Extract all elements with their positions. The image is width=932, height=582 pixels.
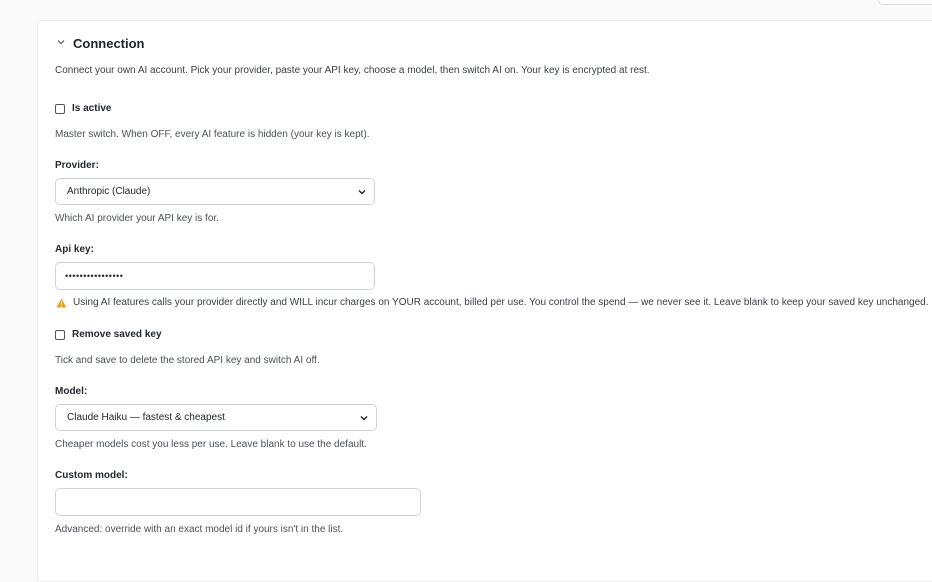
remove-key-label: Remove saved key	[72, 329, 162, 340]
model-label: Model:	[55, 386, 88, 397]
custom-model-label: Custom model:	[55, 470, 128, 481]
provider-select-value: Anthropic (Claude)	[67, 186, 151, 197]
section-title: Connection	[73, 35, 145, 51]
api-key-warning-text: Using AI features calls your provider di…	[73, 297, 929, 308]
is-active-row: Is active	[55, 103, 111, 114]
provider-select[interactable]: Anthropic (Claude)	[55, 178, 375, 205]
is-active-label: Is active	[72, 103, 112, 114]
chevron-down-icon	[358, 189, 366, 194]
top-right-control[interactable]	[878, 0, 932, 5]
api-key-input[interactable]: ••••••••••••••••	[55, 262, 375, 290]
api-key-warning: Using AI features calls your provider di…	[56, 297, 929, 308]
warning-icon	[56, 298, 67, 307]
chevron-down-icon[interactable]	[56, 37, 66, 47]
remove-key-checkbox[interactable]	[55, 330, 65, 340]
chevron-down-icon	[360, 415, 368, 420]
remove-key-help: Tick and save to delete the stored API k…	[55, 355, 320, 366]
provider-label: Provider:	[55, 160, 99, 171]
model-help: Cheaper models cost you less per use. Le…	[55, 439, 367, 450]
provider-help: Which AI provider your API key is for.	[55, 213, 219, 224]
is-active-help: Master switch. When OFF, every AI featur…	[55, 129, 370, 140]
model-select[interactable]: Claude Haiku — fastest & cheapest	[55, 404, 377, 431]
model-select-value: Claude Haiku — fastest & cheapest	[67, 412, 225, 423]
api-key-label: Api key:	[55, 244, 94, 255]
api-key-value: ••••••••••••••••	[65, 271, 124, 281]
custom-model-input[interactable]	[55, 488, 421, 516]
is-active-checkbox[interactable]	[55, 104, 65, 114]
section-intro: Connect your own AI account. Pick your p…	[55, 65, 650, 76]
remove-key-row: Remove saved key	[55, 329, 162, 340]
custom-model-help: Advanced: override with an exact model i…	[55, 524, 344, 535]
section-header[interactable]: Connection	[56, 34, 145, 52]
